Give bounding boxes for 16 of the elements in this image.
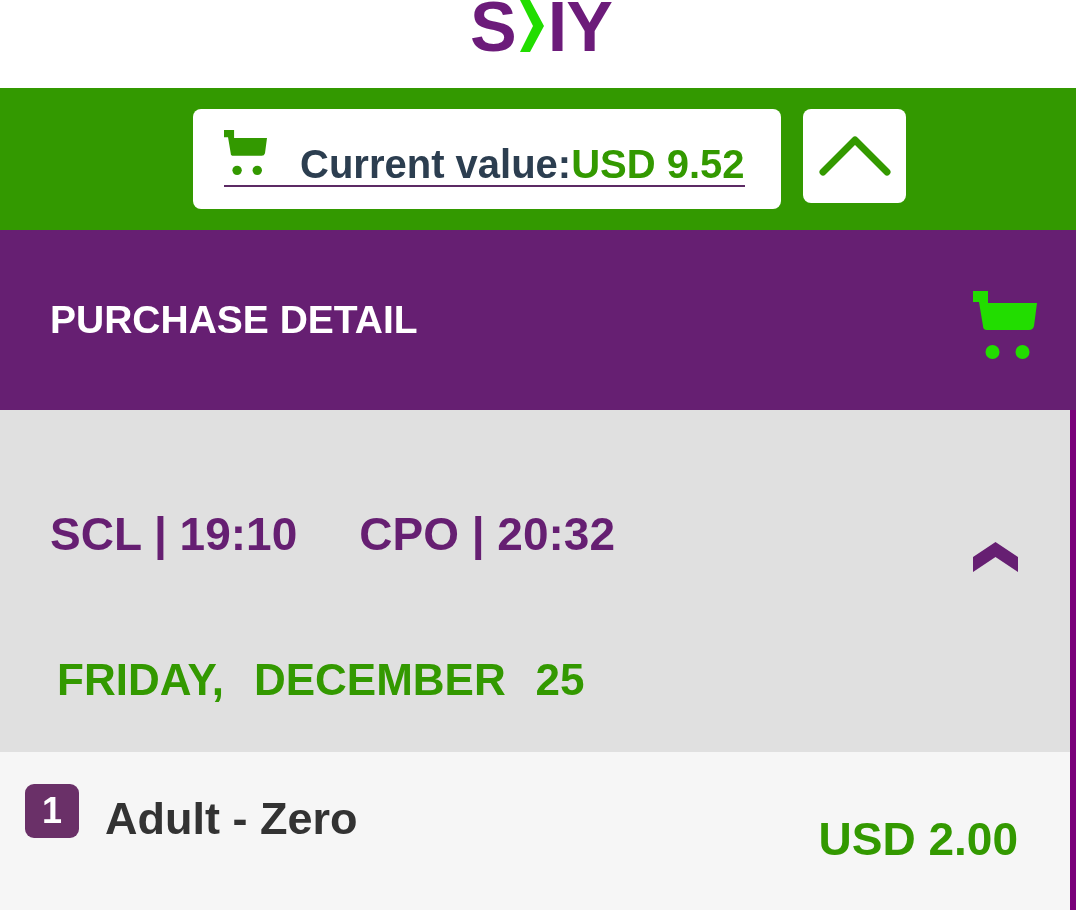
- current-value-link[interactable]: Current value:USD 9.52: [224, 130, 745, 187]
- departure-time: SCL | 19:10: [50, 508, 298, 561]
- cart-icon: [973, 291, 1037, 359]
- quantity-badge: 1: [25, 784, 79, 838]
- arrival-time: CPO | 20:32: [359, 508, 615, 561]
- cart-icon: [224, 130, 267, 175]
- passenger-price: USD 2.00: [818, 813, 1018, 866]
- section-title: PURCHASE DETAIL: [50, 297, 418, 343]
- chevron-up-icon: [818, 136, 891, 176]
- trip-header[interactable]: SCL | 19:10 CPO | 20:32 FRIDAY, DECEMBER 25: [0, 410, 1070, 752]
- collapse-button[interactable]: [803, 109, 906, 203]
- flight-date: FRIDAY, DECEMBER 25: [57, 655, 586, 706]
- logo-chevron-icon: [519, 0, 544, 52]
- logo-text: S: [470, 0, 516, 62]
- passenger-type: Adult - Zero: [105, 793, 358, 845]
- logo-text: IY: [547, 0, 612, 62]
